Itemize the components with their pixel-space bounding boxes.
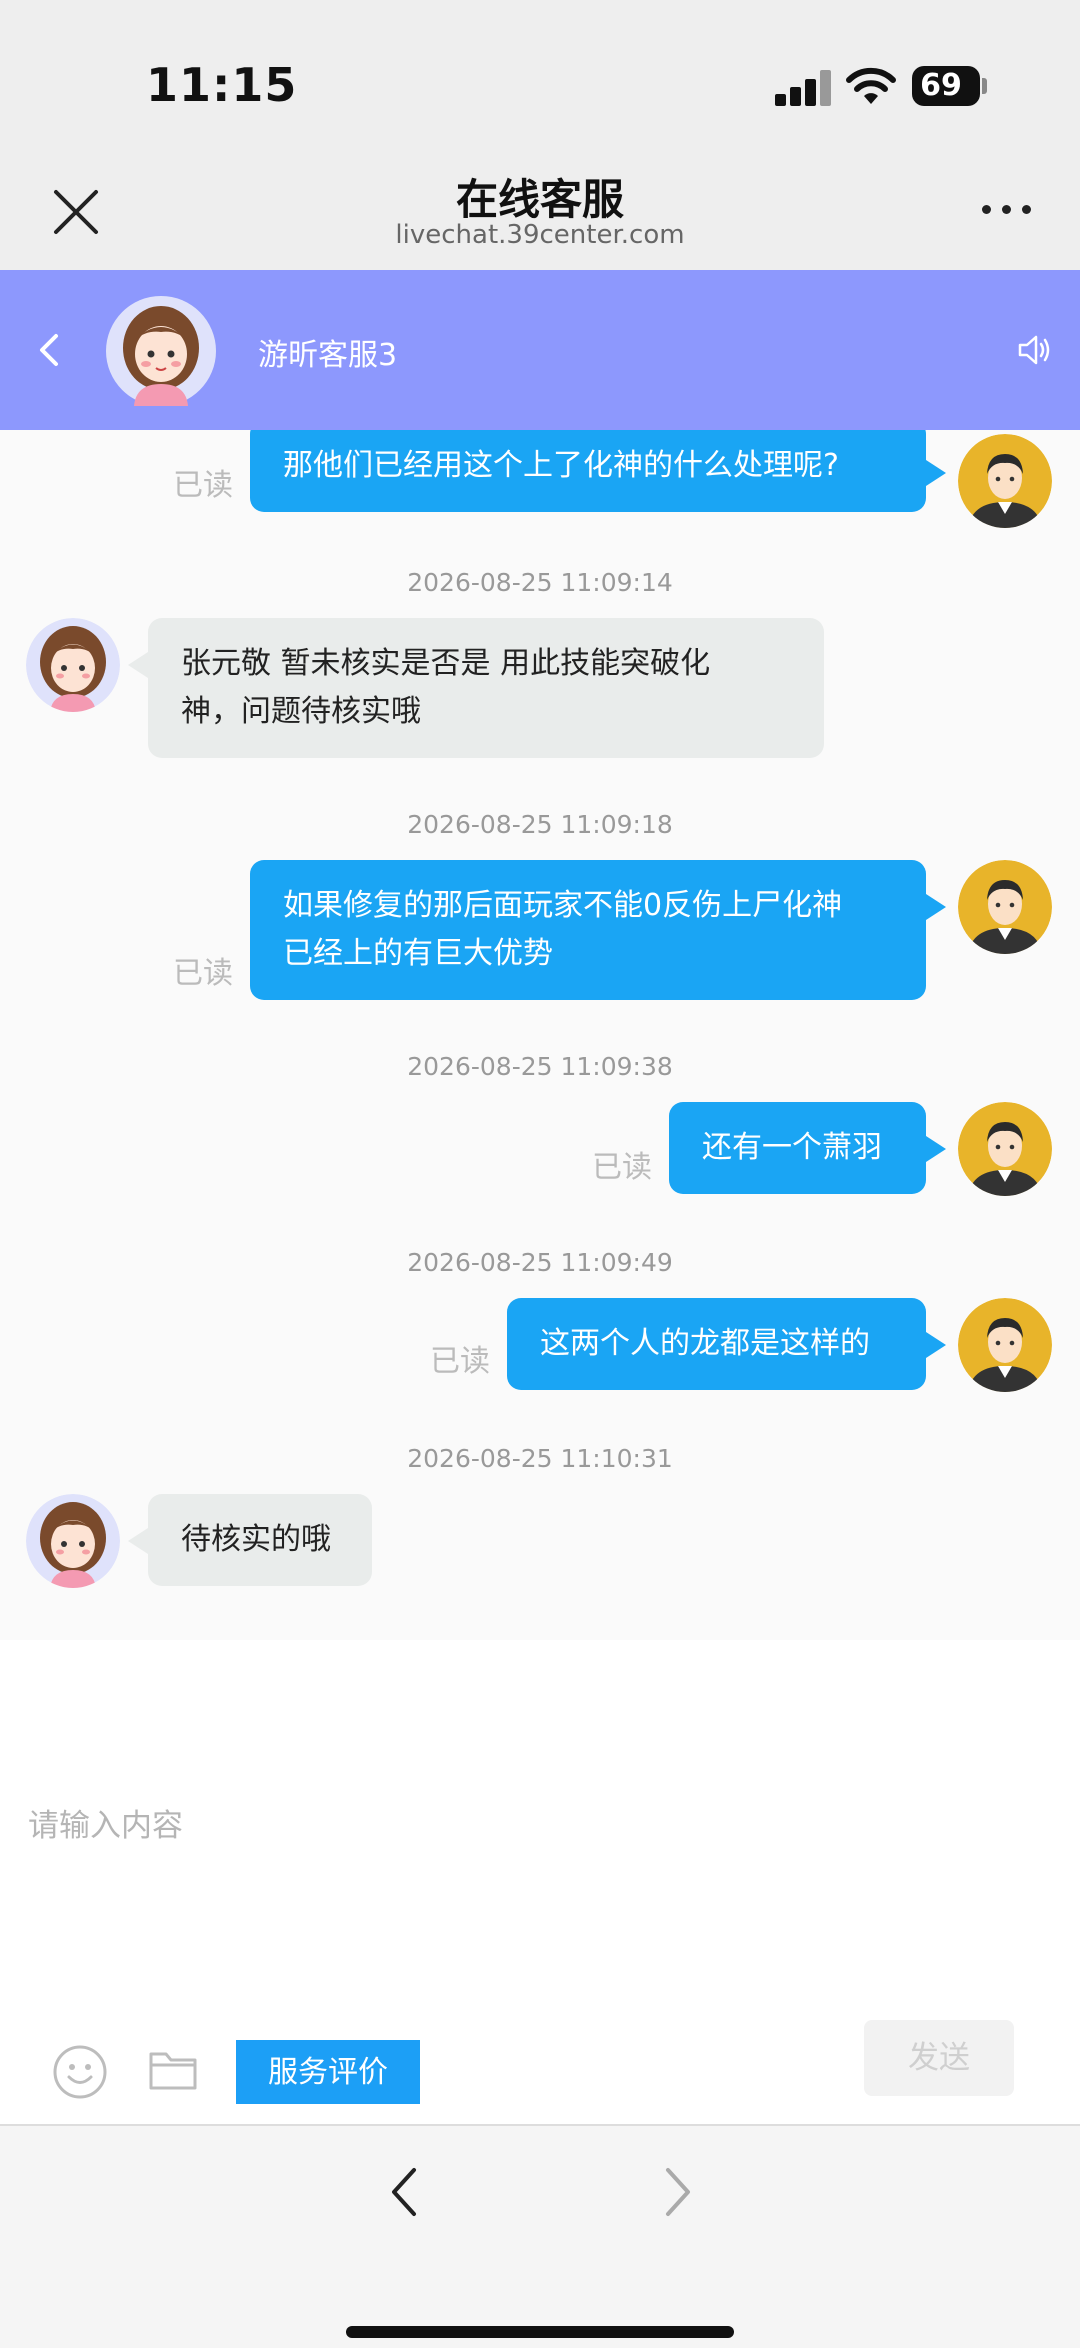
browser-bottom-nav [0,2124,1080,2348]
agent-avatar [26,1494,120,1588]
message-text: 那他们已经用这个上了化神的什么处理呢? [283,448,839,483]
message-timestamp: 2026-08-25 11:09:49 [407,1248,673,1277]
agent-avatar [106,296,216,406]
message-bubble-outgoing[interactable]: 那他们已经用这个上了化神的什么处理呢? [250,430,926,512]
emoji-icon[interactable] [52,2044,108,2100]
status-time: 11:15 [146,58,298,112]
message-timestamp: 2026-08-25 11:09:14 [407,568,673,597]
message-text: 待核实的哦 [181,1522,331,1557]
message-timestamp: 2026-08-25 11:09:38 [407,1052,673,1081]
home-indicator [346,2326,734,2338]
bubble-tail [128,1528,148,1554]
bubble-tail [128,652,148,678]
signal-icon [775,70,831,106]
message-text-line: 神，问题待核实哦 [181,694,421,729]
read-status: 已读 [173,468,233,503]
page-title: 在线客服 [455,175,624,224]
bubble-tail [926,894,946,920]
folder-icon[interactable] [148,2048,198,2092]
chevron-left-icon[interactable] [386,2164,422,2220]
read-status: 已读 [592,1150,652,1185]
battery-level: 69 [920,68,962,103]
agent-name: 游昕客服3 [258,338,398,373]
message-bubble-outgoing[interactable]: 这两个人的龙都是这样的 [507,1298,926,1390]
message-input[interactable]: 请输入内容 [28,1800,183,1845]
bubble-tail [926,1136,946,1162]
message-text-line: 张元敬 暂未核实是否是 用此技能突破化 [181,646,711,681]
read-status: 已读 [173,956,233,991]
user-avatar [958,1102,1052,1196]
bubble-tail [926,1332,946,1358]
more-horizontal-icon[interactable] [976,200,1036,220]
message-text-line: 已经上的有巨大优势 [283,936,553,971]
message-bubble-outgoing[interactable]: 如果修复的那后面玩家不能0反伤上尸化神 已经上的有巨大优势 [250,860,926,1000]
send-button[interactable]: 发送 [864,2020,1014,2096]
read-status: 已读 [430,1344,490,1379]
message-text: 这两个人的龙都是这样的 [540,1326,870,1361]
page-url: livechat.39center.com [395,220,685,250]
battery-icon: 69 [912,66,980,106]
message-bubble-outgoing[interactable]: 还有一个萧羽 [669,1102,926,1194]
user-avatar [958,860,1052,954]
wifi-icon [846,67,896,104]
message-text-line: 如果修复的那后面玩家不能0反伤上尸化神 [283,888,843,923]
service-rating-button[interactable]: 服务评价 [236,2040,420,2104]
message-timestamp: 2026-08-25 11:09:18 [407,810,673,839]
message-bubble-incoming[interactable]: 待核实的哦 [148,1494,372,1586]
message-bubble-incoming[interactable]: 张元敬 暂未核实是否是 用此技能突破化 神，问题待核实哦 [148,618,824,758]
chevron-left-icon[interactable] [30,330,70,370]
bubble-tail [926,460,946,486]
close-icon[interactable] [46,182,106,242]
user-avatar [958,434,1052,528]
chevron-right-icon[interactable] [660,2164,696,2220]
agent-avatar [26,618,120,712]
battery-cap [982,78,987,94]
message-timestamp: 2026-08-25 11:10:31 [407,1444,673,1473]
speaker-icon[interactable] [1014,330,1054,370]
message-text: 还有一个萧羽 [702,1130,882,1165]
message-list[interactable]: 已读 那他们已经用这个上了化神的什么处理呢? 2026-08-25 11:09:… [0,430,1080,1640]
user-avatar [958,1298,1052,1392]
